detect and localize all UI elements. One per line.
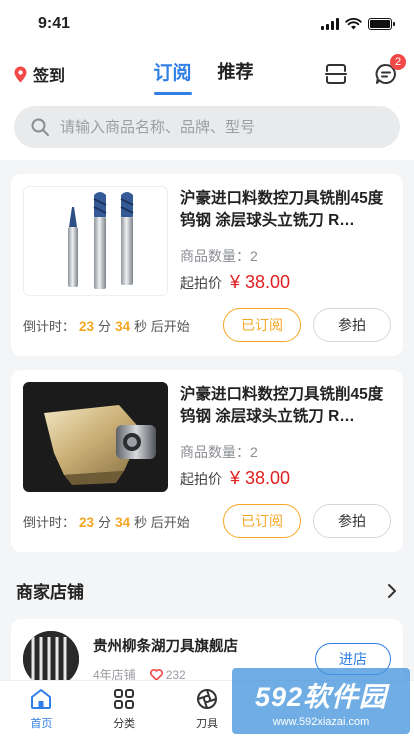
product-image-endmills — [23, 186, 168, 296]
status-icons — [321, 18, 395, 30]
message-button[interactable]: 2 — [372, 54, 406, 88]
status-bar: 9:41 — [0, 0, 414, 48]
tab-tools[interactable]: 刀具 — [177, 687, 237, 731]
product-title: 沪豪进口料数控刀具铣削45度钨钢 涂层球头立铣刀 R… — [180, 386, 384, 425]
product-quantity: 商品数量：2 — [180, 444, 258, 460]
feed-tabs: 订阅 推荐 — [154, 58, 254, 91]
battery-icon — [368, 18, 395, 30]
shop-logo — [23, 631, 79, 687]
location-pin-icon — [14, 66, 27, 82]
seconds-unit: 秒 后开始 — [134, 318, 190, 334]
countdown-prefix: 倒计时： — [23, 514, 76, 530]
countdown-seconds: 34 — [115, 514, 131, 530]
auction-card[interactable]: 沪豪进口料数控刀具铣削45度钨钢 涂层球头立铣刀 R… 商品数量：2 起拍价 ¥… — [11, 370, 403, 552]
join-bid-button[interactable]: 参拍 — [313, 308, 391, 342]
product-title: 沪豪进口料数控刀具铣削45度钨钢 涂层球头立铣刀 R… — [180, 190, 384, 229]
scan-icon — [325, 64, 347, 84]
countdown-minutes: 23 — [79, 318, 95, 334]
product-quantity: 商品数量：2 — [180, 248, 258, 264]
subscribed-button[interactable]: 已订阅 — [223, 504, 301, 538]
tab-home-label: 首页 — [30, 717, 53, 730]
join-bid-button[interactable]: 参拍 — [313, 504, 391, 538]
status-time: 9:41 — [38, 15, 71, 32]
shop-name: 贵州柳条湖刀具旗舰店 — [93, 639, 238, 655]
shops-section-title: 商家店铺 — [16, 583, 84, 602]
seconds-unit: 秒 后开始 — [134, 514, 190, 530]
countdown: 倒计时： 23 分 34 秒 后开始 — [23, 512, 190, 531]
auction-card[interactable]: 沪豪进口料数控刀具铣削45度钨钢 涂层球头立铣刀 R… 商品数量：2 起拍价 ¥… — [11, 174, 403, 356]
countdown-prefix: 倒计时： — [23, 318, 76, 334]
checkin-button[interactable]: 签到 — [14, 62, 65, 86]
watermark-title: 592软件园 — [254, 681, 388, 712]
search-area — [0, 100, 414, 160]
search-input[interactable] — [60, 118, 384, 136]
minutes-unit: 分 — [98, 318, 112, 334]
subscribed-button[interactable]: 已订阅 — [223, 308, 301, 342]
shops-section-header[interactable]: 商家店铺 — [0, 552, 414, 613]
tab-subscribed[interactable]: 订阅 — [154, 58, 192, 91]
site-watermark: 592软件园 www.592xiazai.com — [232, 668, 410, 734]
tab-tools-label: 刀具 — [195, 717, 218, 730]
countdown-minutes: 23 — [79, 514, 95, 530]
cutter-illustration — [44, 405, 156, 485]
home-icon — [31, 688, 52, 709]
countdown: 倒计时： 23 分 34 秒 后开始 — [23, 316, 190, 335]
cellular-signal-icon — [321, 18, 339, 30]
starting-price: ¥ 38.00 — [230, 468, 291, 488]
tab-category[interactable]: 分类 — [94, 687, 154, 731]
starting-price-label: 起拍价 — [180, 471, 222, 487]
top-header: 签到 订阅 推荐 2 — [0, 48, 414, 100]
auction-list: 沪豪进口料数控刀具铣削45度钨钢 涂层球头立铣刀 R… 商品数量：2 起拍价 ¥… — [0, 174, 414, 552]
message-badge: 2 — [390, 54, 406, 70]
heart-icon — [149, 668, 163, 681]
tab-home[interactable]: 首页 — [11, 687, 71, 731]
starting-price-label: 起拍价 — [180, 275, 222, 291]
tool-icon — [196, 688, 217, 709]
watermark-url: www.592xiazai.com — [272, 715, 370, 728]
search-bar[interactable] — [14, 106, 400, 148]
grid-icon — [114, 688, 135, 709]
minutes-unit: 分 — [98, 514, 112, 530]
tab-recommended[interactable]: 推荐 — [218, 58, 254, 91]
scan-button[interactable] — [322, 60, 350, 88]
endmill-illustration — [68, 192, 134, 289]
checkin-label: 签到 — [33, 68, 66, 85]
wifi-icon — [345, 18, 362, 30]
starting-price: ¥ 38.00 — [230, 272, 291, 292]
search-icon — [31, 118, 49, 136]
chevron-right-icon — [388, 583, 396, 598]
tab-category-label: 分类 — [113, 717, 136, 730]
header-actions: 2 — [322, 54, 406, 88]
product-image-cutter — [23, 382, 168, 492]
countdown-seconds: 34 — [115, 318, 131, 334]
